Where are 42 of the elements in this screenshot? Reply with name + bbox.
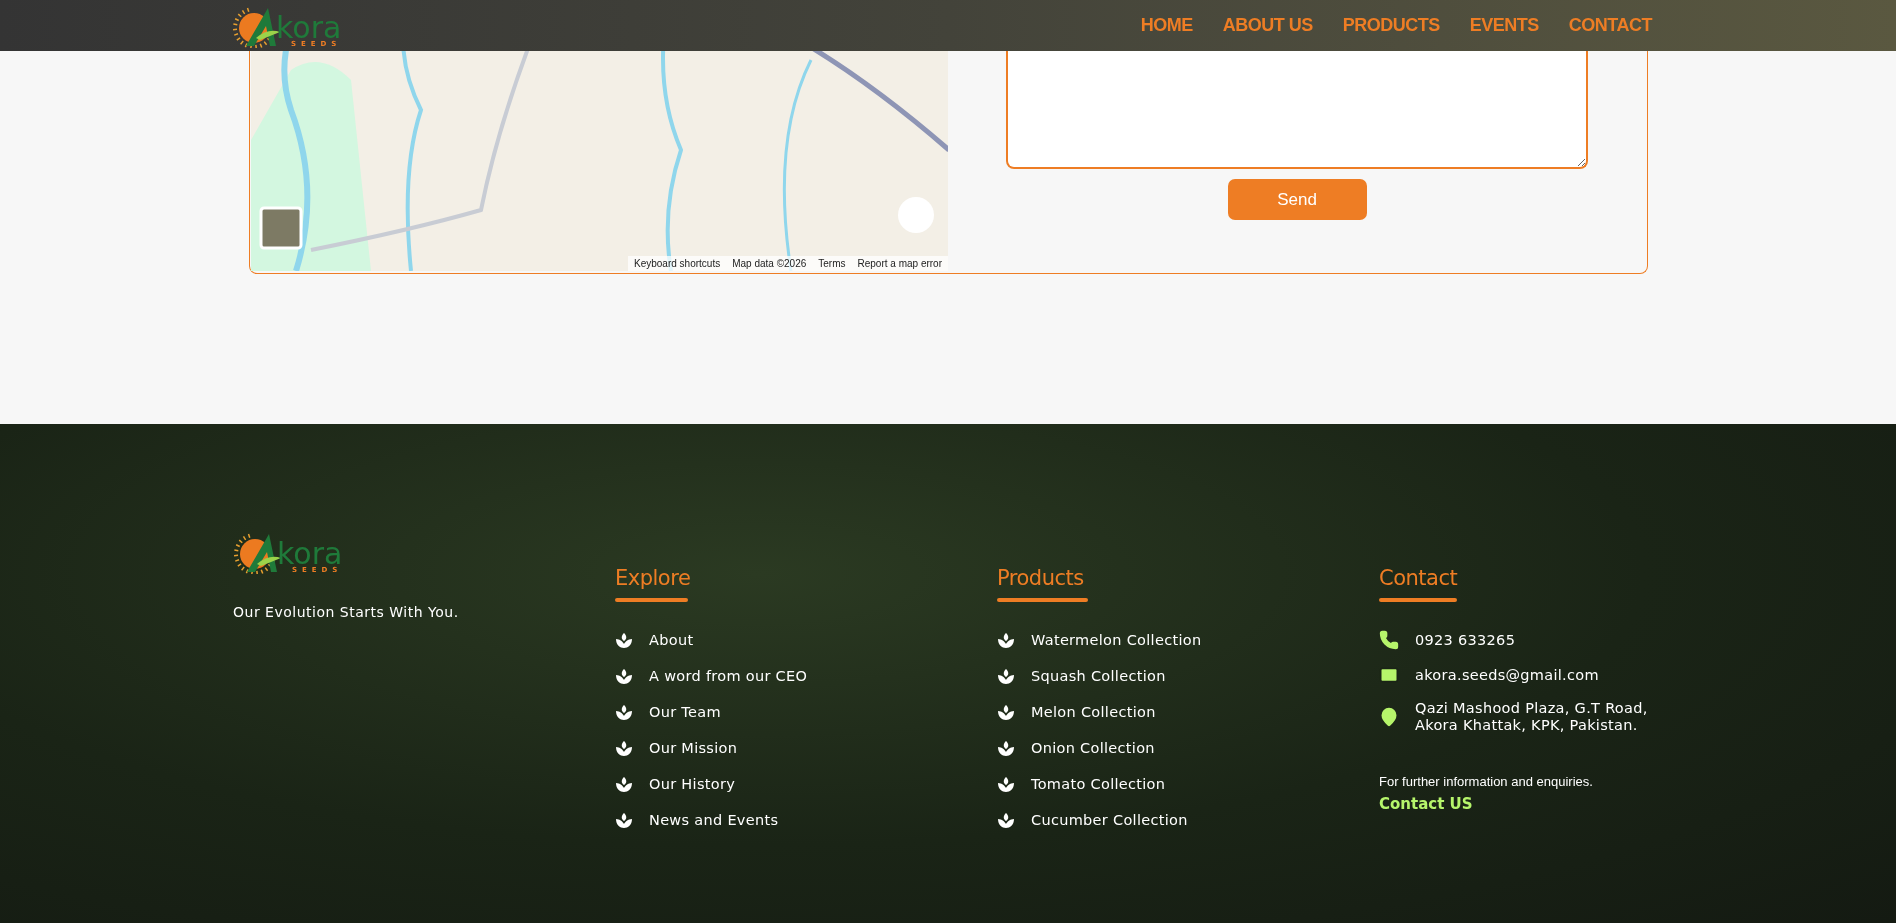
footer-link[interactable]: News and Events <box>649 810 779 831</box>
footer-link[interactable]: Cucumber Collection <box>1031 810 1188 831</box>
sprout-icon <box>997 668 1015 685</box>
sprout-icon <box>997 704 1015 721</box>
footer-link[interactable]: Onion Collection <box>1031 738 1155 759</box>
map-attribution-link[interactable]: Map data ©2026 <box>732 258 807 269</box>
contact-us-link[interactable]: Contact US <box>1379 795 1761 813</box>
sprout-icon <box>997 740 1015 757</box>
footer-link[interactable]: About <box>649 630 694 651</box>
sprout-icon <box>615 632 633 649</box>
footer-link[interactable]: Squash Collection <box>1031 666 1166 687</box>
sprout-icon <box>615 812 633 829</box>
column-heading: Contact <box>1379 566 1459 590</box>
sprout-icon <box>615 668 633 685</box>
contact-detail: akora.seeds@gmail.com <box>1415 666 1599 684</box>
footer-link[interactable]: Melon Collection <box>1031 702 1156 723</box>
footer-link[interactable]: Our Team <box>649 702 721 723</box>
column-heading: Products <box>997 566 1085 590</box>
sprout-icon <box>997 812 1015 829</box>
footer-tagline: Our Evolution Starts With You. <box>233 604 460 620</box>
enquiry-note: For further information and enquiries. <box>1379 774 1594 789</box>
phone-icon <box>1379 630 1399 650</box>
logo-wordmark: kora <box>277 540 343 567</box>
logo-wordmark: kora <box>276 13 342 41</box>
footer-link[interactable]: Tomato Collection <box>1031 774 1166 795</box>
map-attribution-link[interactable]: Report a map error <box>857 258 942 269</box>
footer-link[interactable]: Watermelon Collection <box>1031 630 1202 651</box>
contact-detail: Qazi Mashood Plaza, G.T Road, Akora Khattak, KPK, Pakistan. <box>1415 700 1648 734</box>
location-pin-icon <box>1379 707 1399 727</box>
sprout-icon <box>615 704 633 721</box>
column-heading: Explore <box>615 566 692 590</box>
footer-link[interactable]: Our History <box>649 774 736 795</box>
sprout-icon <box>997 776 1015 793</box>
message-field[interactable] <box>1006 51 1588 169</box>
sprout-icon <box>615 740 633 757</box>
contact-detail: 0923 633265 <box>1415 631 1516 649</box>
footer-link[interactable]: Our Mission <box>649 738 738 759</box>
map-attribution-link[interactable]: Keyboard shortcuts <box>634 258 721 269</box>
footer-link[interactable]: A word from our CEO <box>649 666 808 687</box>
sprout-icon <box>615 776 633 793</box>
sprout-icon <box>997 632 1015 649</box>
map-attribution-link[interactable]: Terms <box>818 258 846 269</box>
